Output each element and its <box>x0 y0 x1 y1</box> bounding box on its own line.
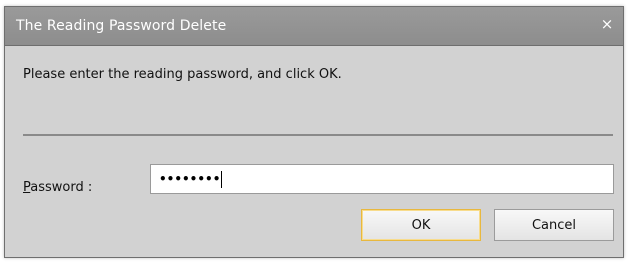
password-field[interactable]: •••••••• <box>150 164 614 194</box>
password-label-text: assword : <box>30 180 93 195</box>
instruction-text: Please enter the reading password, and c… <box>23 67 342 82</box>
window-title: The Reading Password Delete <box>16 18 227 34</box>
separator-line <box>23 134 613 136</box>
password-masked-value: •••••••• <box>159 172 221 186</box>
close-icon[interactable]: × <box>597 14 617 34</box>
password-delete-dialog: The Reading Password Delete × Please ent… <box>4 6 624 258</box>
title-bar[interactable]: The Reading Password Delete × <box>5 7 623 46</box>
cancel-button[interactable]: Cancel <box>494 209 614 241</box>
password-label: Password : <box>23 180 92 195</box>
text-caret <box>221 170 223 188</box>
ok-button[interactable]: OK <box>361 209 481 241</box>
